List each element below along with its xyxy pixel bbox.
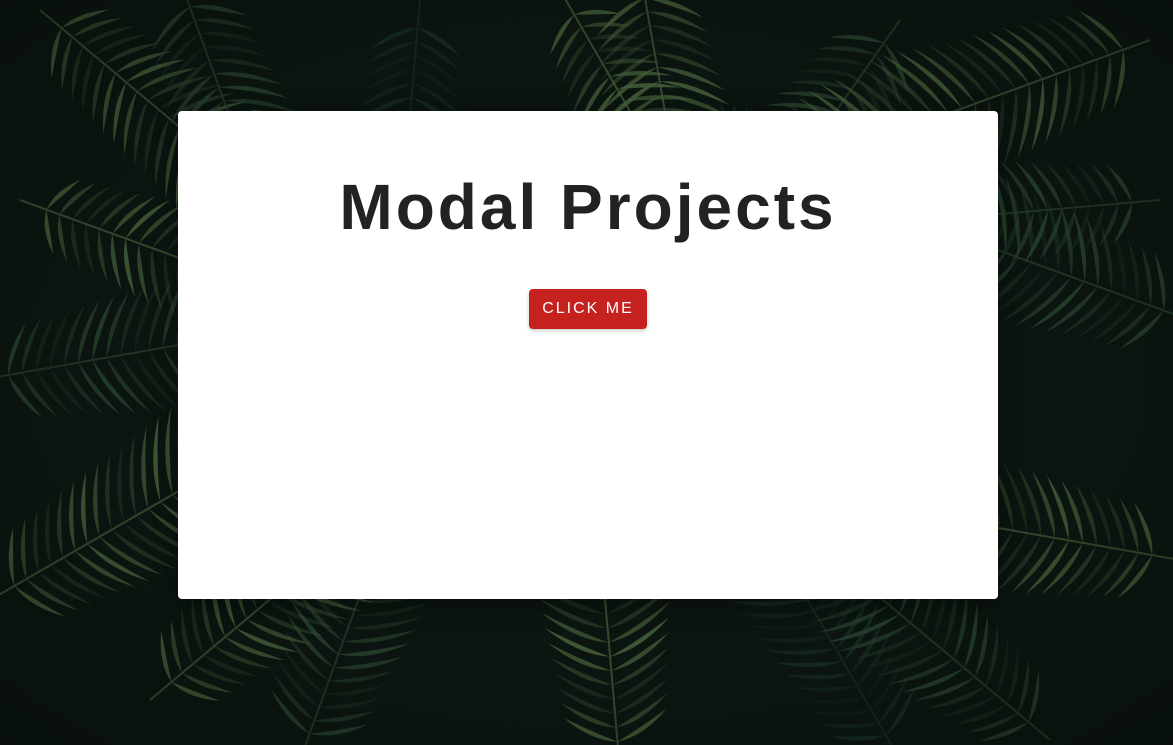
modal-card: Modal Projects CLICK ME [178, 111, 998, 599]
page-title: Modal Projects [339, 171, 837, 243]
click-me-button[interactable]: CLICK ME [529, 289, 647, 329]
